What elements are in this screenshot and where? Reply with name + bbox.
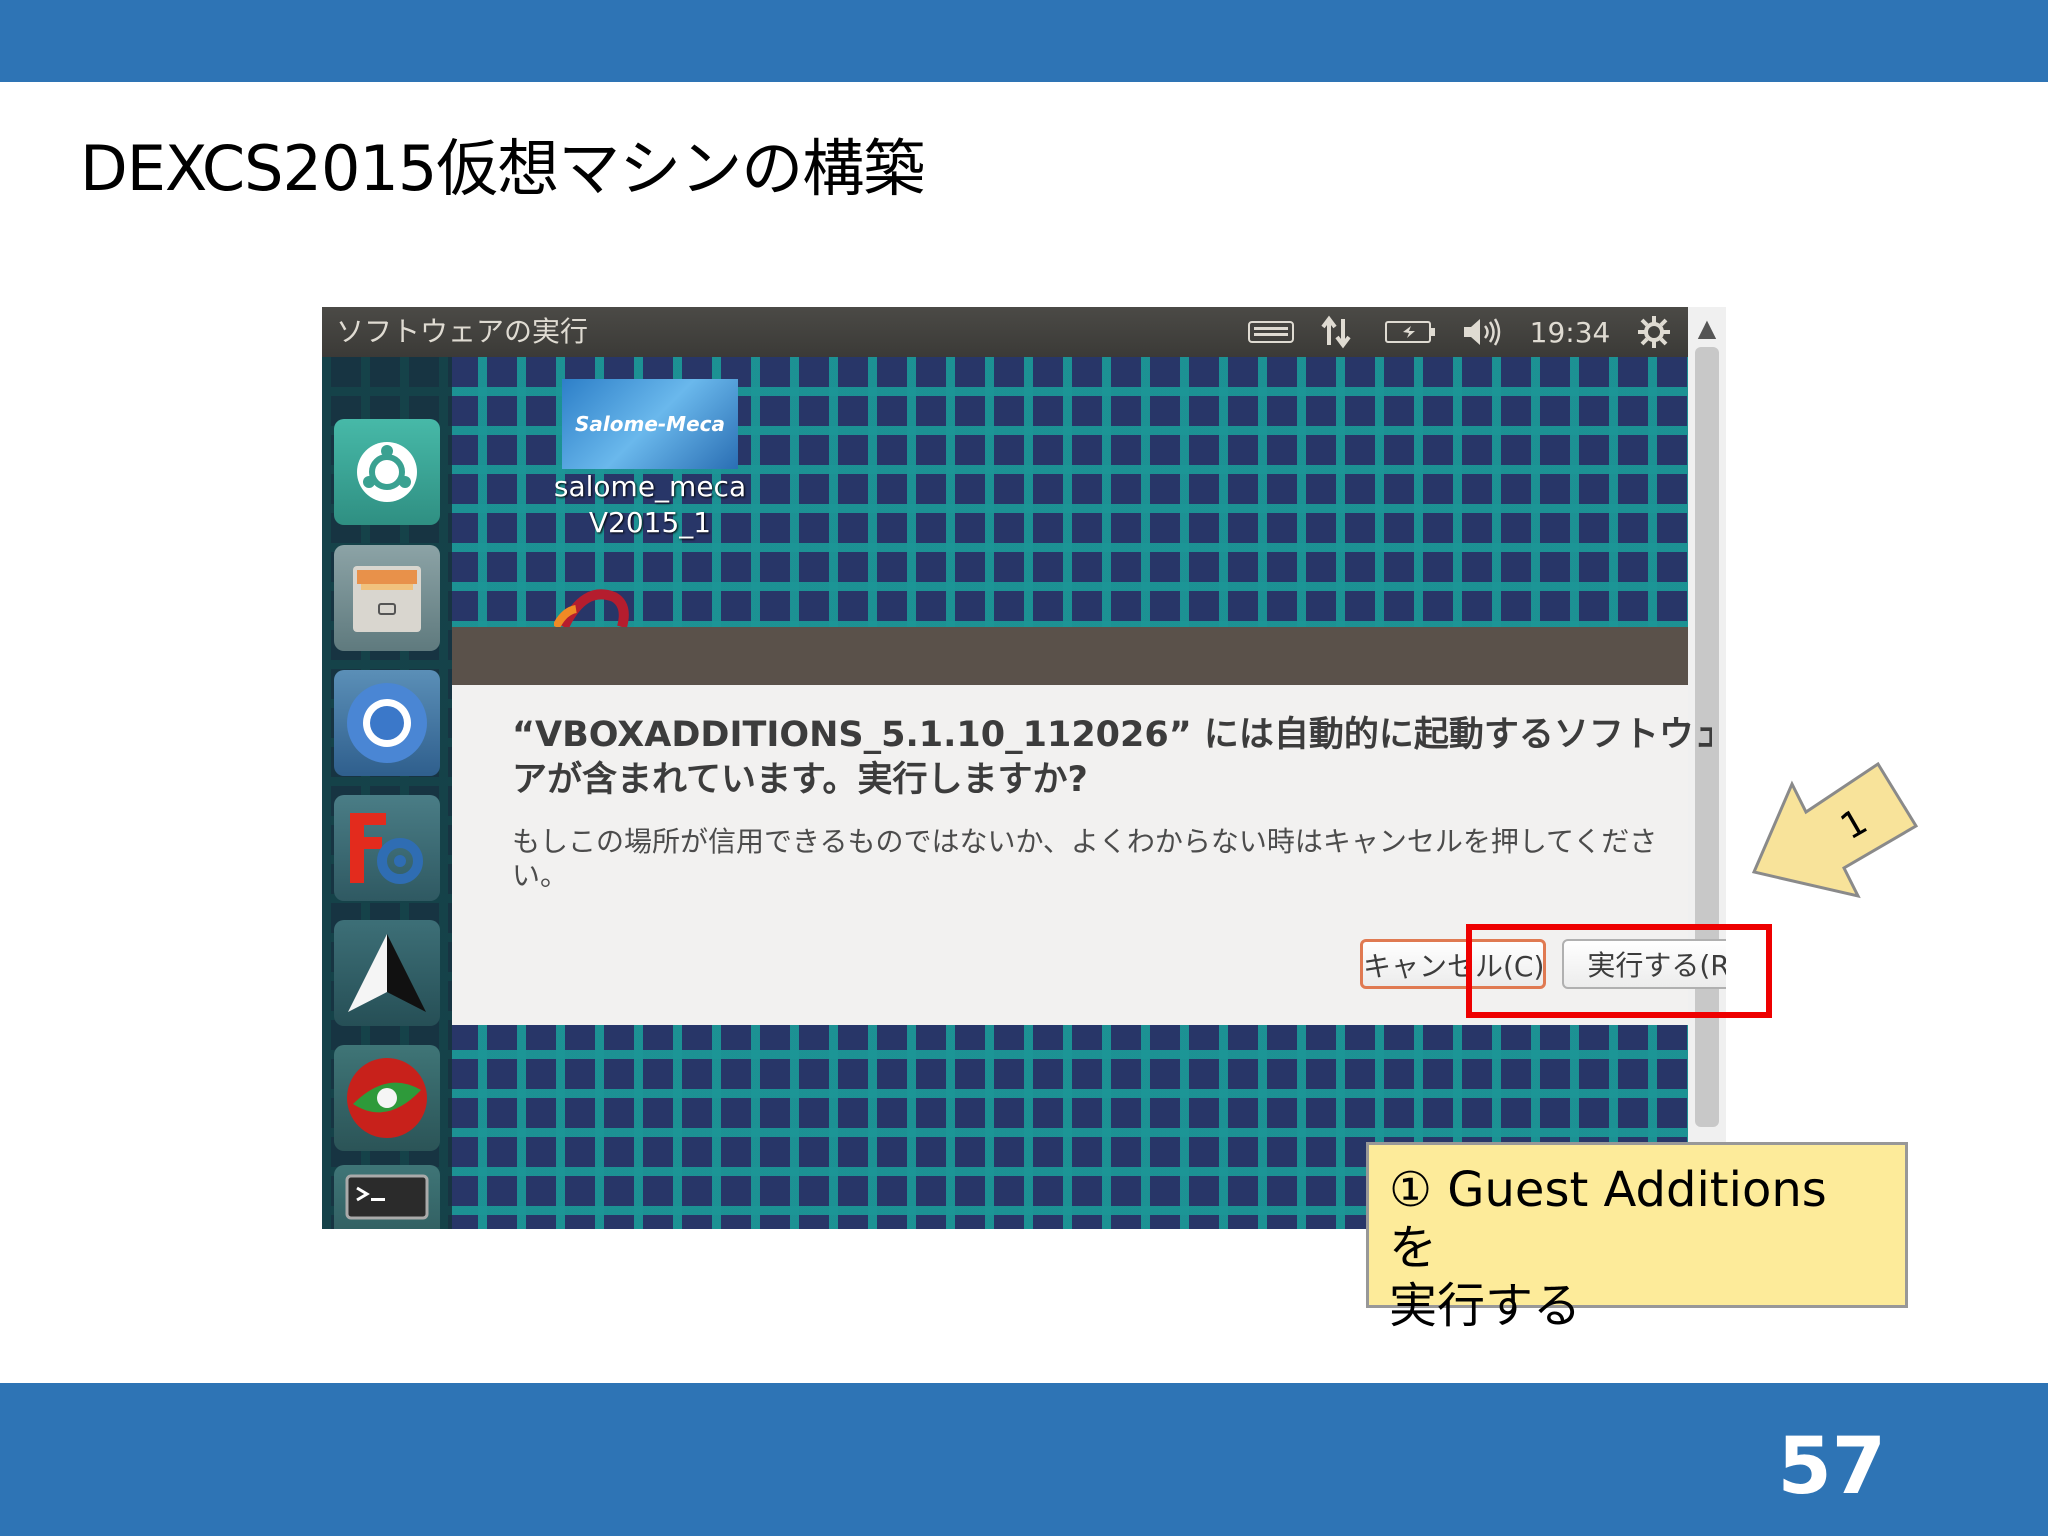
salome-meca-desktop-icon[interactable]: Salome-Meca — [562, 379, 738, 469]
partial-desktop-icon[interactable] — [554, 575, 644, 627]
dialog-detail-line2: い。 — [512, 859, 569, 892]
launcher-chromium-icon[interactable] — [334, 670, 440, 776]
launcher — [322, 357, 452, 1229]
top-panel: ソフトウェアの実行 19:34 — [322, 307, 1726, 357]
slide-top-band — [0, 0, 2048, 82]
callout-line2: 実行する — [1389, 1278, 1582, 1334]
window-title: ソフトウェアの実行 — [336, 315, 589, 348]
clock[interactable]: 19:34 — [1528, 315, 1612, 349]
launcher-paraview-icon[interactable] — [334, 920, 440, 1026]
desktop-icon-label[interactable]: salome_meca V2015_1 — [542, 469, 758, 541]
dialog-titlebar — [452, 627, 1688, 685]
keyboard-icon[interactable] — [1246, 315, 1296, 349]
slide-bottom-band — [0, 1383, 2048, 1536]
vm-screenshot: ソフトウェアの実行 19:34 ▲ Salome-Meca salome_mec… — [322, 307, 1726, 1229]
desktop-icon-label-line2: V2015_1 — [588, 506, 712, 539]
volume-icon[interactable] — [1460, 315, 1504, 349]
salome-meca-icon-text: Salome-Meca — [574, 412, 726, 436]
dialog-detail-line1: もしこの場所が信用できるものではないか、よくわからない時はキャンセルを押してくだ… — [512, 825, 1658, 858]
scroll-up-icon[interactable]: ▲ — [1692, 313, 1722, 343]
dialog-message-line1: “VBOXADDITIONS_5.1.10_112026” には自動的に起動する… — [512, 715, 1712, 755]
launcher-ubuntu-icon[interactable] — [334, 419, 440, 525]
highlight-box — [1466, 924, 1772, 1018]
dialog-message: “VBOXADDITIONS_5.1.10_112026” には自動的に起動する… — [512, 713, 1712, 803]
slide-title: DEXCS2015仮想マシンの構築 — [80, 132, 925, 205]
battery-icon[interactable] — [1384, 315, 1438, 349]
dialog-message-line2: アが含まれています。実行しますか? — [512, 760, 1088, 800]
launcher-app-icon[interactable] — [334, 1045, 440, 1151]
dialog-detail: もしこの場所が信用できるものではないか、よくわからない時はキャンセルを押してくだ… — [512, 825, 1712, 893]
network-icon[interactable] — [1316, 315, 1356, 349]
pointer-arrow-icon: 1 — [1751, 761, 1919, 899]
gear-icon[interactable] — [1634, 315, 1674, 349]
callout-line1: ① Guest Additions を — [1389, 1162, 1827, 1276]
callout-box: ① Guest Additions を 実行する — [1366, 1142, 1908, 1334]
desktop-icon-label-line1: salome_meca — [553, 470, 747, 503]
launcher-terminal-icon[interactable] — [334, 1165, 440, 1229]
launcher-freecad-icon[interactable] — [334, 795, 440, 901]
page-number: 57 — [1777, 1422, 1886, 1512]
launcher-files-icon[interactable] — [334, 545, 440, 651]
